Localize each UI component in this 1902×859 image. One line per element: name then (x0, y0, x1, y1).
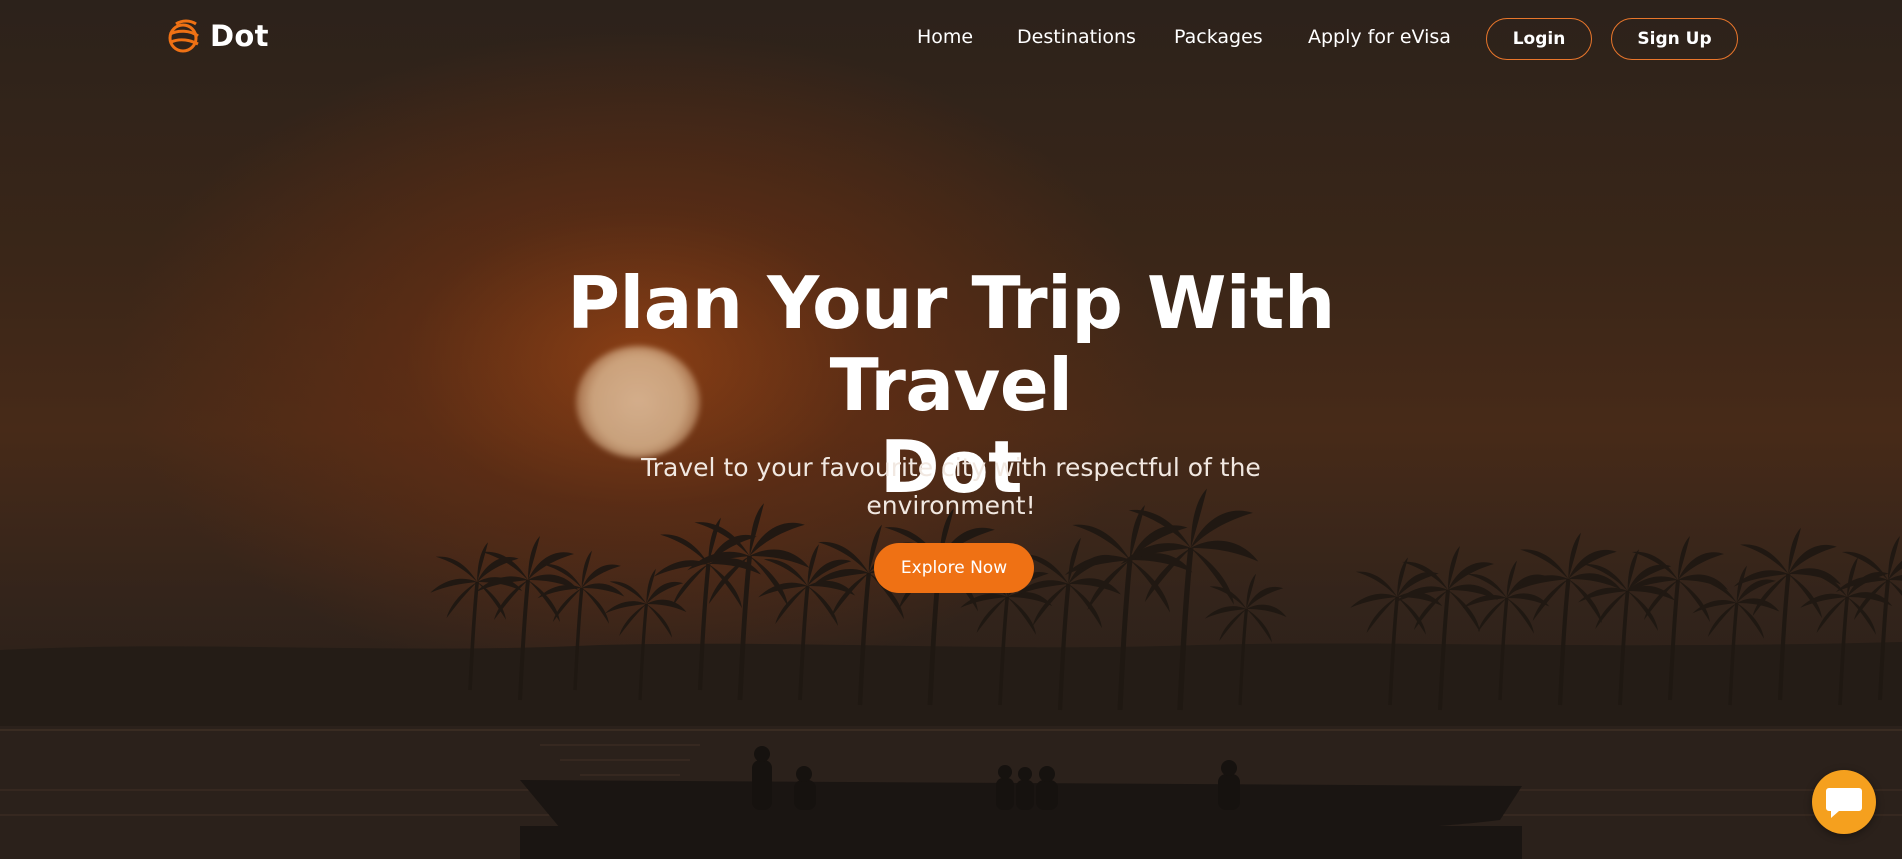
nav-link-apply-evisa[interactable]: Apply for eVisa (1308, 26, 1451, 48)
chat-widget-button[interactable] (1812, 770, 1876, 834)
explore-now-button[interactable]: Explore Now (874, 543, 1034, 593)
login-button[interactable]: Login (1486, 18, 1592, 60)
nav-link-home[interactable]: Home (917, 26, 973, 48)
site-header: Dot Home Destinations Packages Apply for… (0, 0, 1902, 80)
signup-button[interactable]: Sign Up (1611, 18, 1738, 60)
hero-title-line1: Plan Your Trip With Travel (567, 261, 1335, 427)
hero-subtitle-line1: Travel to your favourite city with respe… (641, 453, 1261, 482)
nav-link-packages[interactable]: Packages (1174, 26, 1263, 48)
hero-subtitle: Travel to your favourite city with respe… (601, 449, 1301, 525)
nav-link-destinations[interactable]: Destinations (1017, 26, 1136, 48)
hero-subtitle-line2: environment! (866, 491, 1036, 520)
chat-bubble-icon (1826, 788, 1862, 818)
